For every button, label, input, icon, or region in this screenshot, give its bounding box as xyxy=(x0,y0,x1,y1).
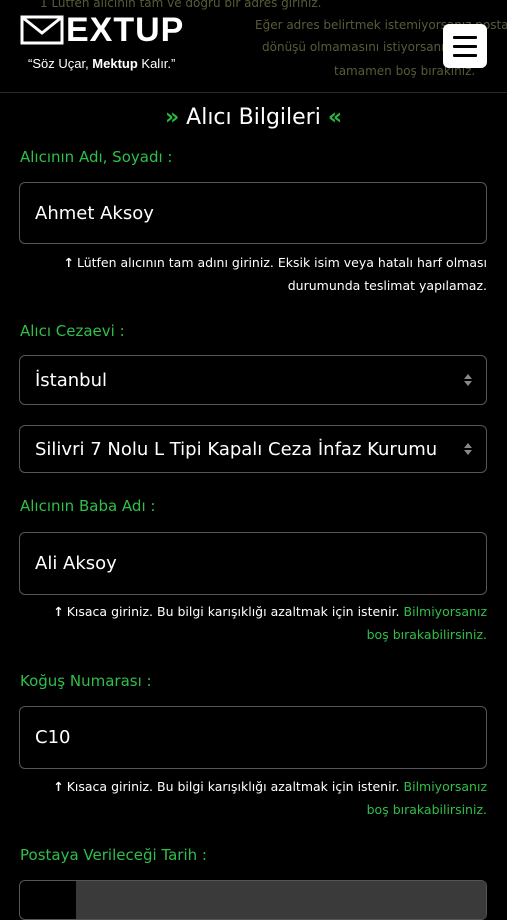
site-header: EXTUP “Söz Uçar, Mektup Kalır.” xyxy=(0,0,507,93)
prison-select-value: Silivri 7 Nolu L Tipi Kapalı Ceza İnfaz … xyxy=(35,438,438,460)
select-arrows-icon xyxy=(464,374,472,386)
envelope-icon xyxy=(20,15,64,45)
prison-select[interactable]: Silivri 7 Nolu L Tipi Kapalı Ceza İnfaz … xyxy=(19,425,487,473)
post-date-label: Postaya Verileceği Tarih : xyxy=(20,846,207,864)
section-title-text: Alıcı Bilgileri xyxy=(186,105,321,130)
father-name-label: Alıcının Baba Adı : xyxy=(20,497,156,515)
father-name-input[interactable]: Ali Aksoy xyxy=(19,532,487,595)
arrow-up-icon: ↑ xyxy=(53,779,64,794)
recipient-name-label: Alıcının Adı, Soyadı : xyxy=(20,148,173,166)
arrow-up-icon: ↑ xyxy=(63,255,74,270)
recipient-name-input[interactable]: Ahmet Aksoy xyxy=(19,182,487,244)
prison-label: Alıcı Cezaevi : xyxy=(20,322,125,340)
hamburger-icon xyxy=(453,35,477,39)
father-name-help: ↑ Kısaca giriniz. Bu bilgi karışıklığı az… xyxy=(53,604,487,642)
double-chevron-left-icon: « xyxy=(327,105,343,130)
logo-text: EXTUP xyxy=(66,11,185,49)
father-name-value: Ali Aksoy xyxy=(35,553,117,574)
ward-number-value: C10 xyxy=(35,727,71,748)
slogan: “Söz Uçar, Mektup Kalır.” xyxy=(28,56,176,71)
arrow-up-icon: ↑ xyxy=(53,604,64,619)
section-title: » Alıcı Bilgileri « xyxy=(0,101,507,135)
logo[interactable]: EXTUP “Söz Uçar, Mektup Kalır.” xyxy=(20,11,185,71)
post-date-input[interactable] xyxy=(19,880,487,920)
ward-number-input[interactable]: C10 xyxy=(19,706,487,769)
ward-number-help: ↑ Kısaca giriniz. Bu bilgi karışıklığı az… xyxy=(53,779,487,817)
recipient-name-help: ↑ Lütfen alıcının tam adını giriniz. Eksi… xyxy=(63,255,487,293)
recipient-name-value: Ahmet Aksoy xyxy=(35,202,154,224)
city-select[interactable]: İstanbul xyxy=(19,355,487,405)
hamburger-icon xyxy=(453,53,477,57)
menu-button[interactable] xyxy=(443,24,487,68)
city-select-value: İstanbul xyxy=(35,369,108,391)
select-arrows-icon xyxy=(464,443,472,455)
ward-number-label: Koğuş Numarası : xyxy=(20,672,152,690)
double-chevron-right-icon: » xyxy=(164,105,180,130)
hamburger-icon xyxy=(453,44,477,48)
